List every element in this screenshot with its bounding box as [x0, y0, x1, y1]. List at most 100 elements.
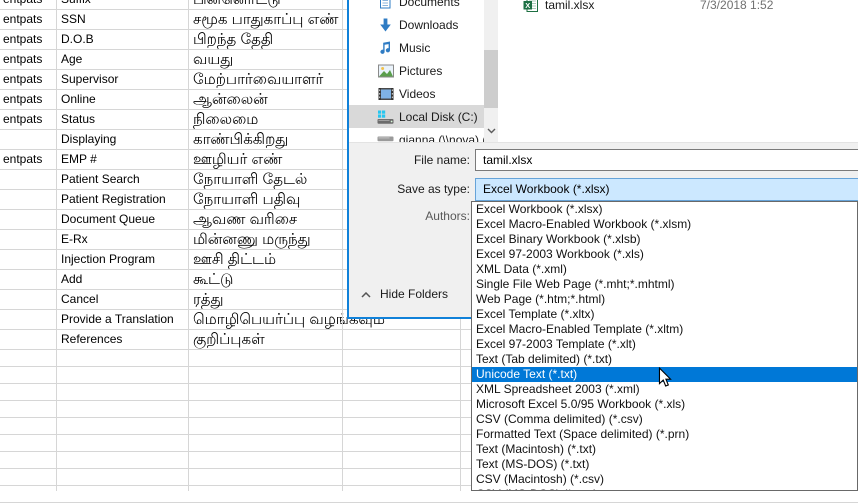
file-type-option[interactable]: Text (MS-DOS) (*.txt) — [472, 457, 857, 472]
file-type-option[interactable]: XML Data (*.xml) — [472, 262, 857, 277]
documents-icon — [377, 0, 394, 9]
cell-tamil[interactable]: நோயாளி தேடல் — [188, 170, 307, 189]
mouse-cursor — [657, 367, 673, 393]
file-type-option[interactable]: Text (Tab delimited) (*.txt) — [472, 352, 857, 367]
cell-col-a[interactable] — [0, 210, 56, 229]
cell-english[interactable]: Patient Registration — [56, 190, 188, 209]
cell-english[interactable]: Add — [56, 270, 188, 289]
cell-tamil[interactable]: வயது — [188, 50, 233, 69]
excel-file-icon: X — [523, 0, 538, 12]
nav-scrollbar-thumb[interactable] — [484, 50, 498, 108]
cell-english[interactable]: Document Queue — [56, 210, 188, 229]
cell-english[interactable]: References — [56, 330, 188, 349]
cell-col-a[interactable] — [0, 290, 56, 309]
cell-english[interactable]: Age — [56, 50, 188, 69]
cell-col-a[interactable] — [0, 270, 56, 289]
file-name-text: tamil.xlsx — [545, 0, 594, 12]
navigation-pane: Documents Downloads Music Pictures Video… — [349, 0, 484, 143]
cell-col-a[interactable] — [0, 330, 56, 349]
nav-item-local-disk-c[interactable]: Local Disk (C:) — [349, 105, 484, 128]
save-as-type-combobox[interactable]: Excel Workbook (*.xlsx) — [475, 178, 858, 201]
nav-item-documents[interactable]: Documents — [349, 0, 484, 13]
file-type-option[interactable]: Excel Template (*.xltx) — [472, 307, 857, 322]
file-type-option[interactable]: Formatted Text (Space delimited) (*.prn) — [472, 427, 857, 442]
cell-col-a[interactable]: entpats — [0, 10, 56, 29]
cell-tamil[interactable]: நோயாளி பதிவு — [188, 190, 300, 209]
file-type-option[interactable]: Microsoft Excel 5.0/95 Workbook (*.xls) — [472, 397, 857, 412]
cell-english[interactable]: Injection Program — [56, 250, 188, 269]
cell-english[interactable]: SSN — [56, 10, 188, 29]
cell-english[interactable]: Cancel — [56, 290, 188, 309]
save-as-type-label: Save as type: — [349, 182, 470, 196]
cell-tamil[interactable]: கூட்டு — [188, 270, 233, 289]
cell-col-a[interactable]: entpats — [0, 110, 56, 129]
cell-tamil[interactable]: ஊசி திட்டம் — [188, 250, 276, 269]
cell-tamil[interactable]: ஆவண வரிசை — [188, 210, 297, 229]
nav-scrollbar[interactable] — [484, 0, 498, 143]
cell-col-a[interactable]: entpats — [0, 0, 56, 9]
cell-english[interactable]: Supervisor — [56, 70, 188, 89]
cell-english[interactable]: Status — [56, 110, 188, 129]
nav-item-music[interactable]: Music — [349, 36, 484, 59]
cell-english[interactable]: D.O.B — [56, 30, 188, 49]
file-list-item[interactable]: X tamil.xlsx 7/3/2018 1:52 — [498, 0, 858, 14]
cell-tamil[interactable]: ஊழியர் எண் — [188, 150, 282, 169]
cell-col-a[interactable] — [0, 310, 56, 329]
nav-item-gianna-nova[interactable]: gianna (\\nova) ( — [349, 128, 484, 143]
file-type-option[interactable]: Text (Macintosh) (*.txt) — [472, 442, 857, 457]
cell-english[interactable]: Online — [56, 90, 188, 109]
cell-tamil[interactable]: குறிப்புகள் — [188, 330, 265, 349]
file-name-label: File name: — [349, 153, 470, 167]
file-type-option[interactable]: Web Page (*.htm;*.html) — [472, 292, 857, 307]
cell-tamil[interactable]: பின்னொட்டு — [188, 0, 281, 9]
nav-item-pictures[interactable]: Pictures — [349, 59, 484, 82]
nav-scroll-down-arrow[interactable] — [484, 122, 498, 140]
file-type-option[interactable]: Excel Workbook (*.xlsx) — [472, 202, 857, 217]
file-type-option[interactable]: CSV (MS-DOS) (*.csv) — [472, 487, 857, 491]
cell-english[interactable]: EMP # — [56, 150, 188, 169]
cell-tamil[interactable]: மின்னணு மருந்து — [188, 230, 311, 249]
local-disk-icon — [377, 109, 394, 124]
cell-english[interactable]: Displaying — [56, 130, 188, 149]
gridline-col-a — [56, 0, 57, 491]
cell-col-a[interactable]: entpats — [0, 150, 56, 169]
gridline-col-c — [342, 0, 343, 491]
file-type-option[interactable]: Excel 97-2003 Workbook (*.xls) — [472, 247, 857, 262]
cell-english[interactable]: Suffix — [56, 0, 188, 9]
file-type-option[interactable]: CSV (Macintosh) (*.csv) — [472, 472, 857, 487]
cell-col-a[interactable] — [0, 250, 56, 269]
cell-tamil[interactable]: பிறந்த தேதி — [188, 30, 273, 49]
music-icon — [377, 40, 394, 55]
cell-tamil[interactable]: மேற்பார்வையாளர் — [188, 70, 323, 89]
cell-col-a[interactable]: entpats — [0, 90, 56, 109]
nav-item-downloads[interactable]: Downloads — [349, 13, 484, 36]
file-name-input[interactable]: tamil.xlsx — [475, 149, 858, 171]
cell-english[interactable]: Provide a Translation — [56, 310, 188, 329]
file-type-option[interactable]: CSV (Comma delimited) (*.csv) — [472, 412, 857, 427]
cell-tamil[interactable]: நிலைமை — [188, 110, 258, 129]
cell-english[interactable]: E-Rx — [56, 230, 188, 249]
dialog-browse-area: Documents Downloads Music Pictures Video… — [349, 0, 858, 143]
file-type-option[interactable]: Single File Web Page (*.mht;*.mhtml) — [472, 277, 857, 292]
cell-col-a[interactable] — [0, 130, 56, 149]
file-type-option[interactable]: Excel Macro-Enabled Workbook (*.xlsm) — [472, 217, 857, 232]
cell-tamil[interactable]: சமூக பாதுகாப்பு எண் — [188, 10, 338, 29]
hide-folders-button[interactable]: Hide Folders — [355, 284, 454, 304]
file-type-option[interactable]: Excel Macro-Enabled Template (*.xltm) — [472, 322, 857, 337]
file-type-option[interactable]: Excel 97-2003 Template (*.xlt) — [472, 337, 857, 352]
cell-col-a[interactable]: entpats — [0, 70, 56, 89]
cell-col-a[interactable] — [0, 230, 56, 249]
downloads-icon — [377, 17, 394, 32]
nav-item-videos[interactable]: Videos — [349, 82, 484, 105]
cell-col-a[interactable]: entpats — [0, 50, 56, 69]
cell-col-a[interactable] — [0, 190, 56, 209]
cell-tamil[interactable]: காண்பிக்கிறது — [188, 130, 288, 149]
cell-col-a[interactable] — [0, 170, 56, 189]
chevron-up-icon — [361, 287, 371, 301]
file-type-option[interactable]: Excel Binary Workbook (*.xlsb) — [472, 232, 857, 247]
pictures-icon — [377, 63, 394, 78]
cell-tamil[interactable]: ரத்து — [188, 290, 224, 309]
cell-tamil[interactable]: ஆன்லைன் — [188, 90, 268, 109]
cell-col-a[interactable]: entpats — [0, 30, 56, 49]
cell-english[interactable]: Patient Search — [56, 170, 188, 189]
